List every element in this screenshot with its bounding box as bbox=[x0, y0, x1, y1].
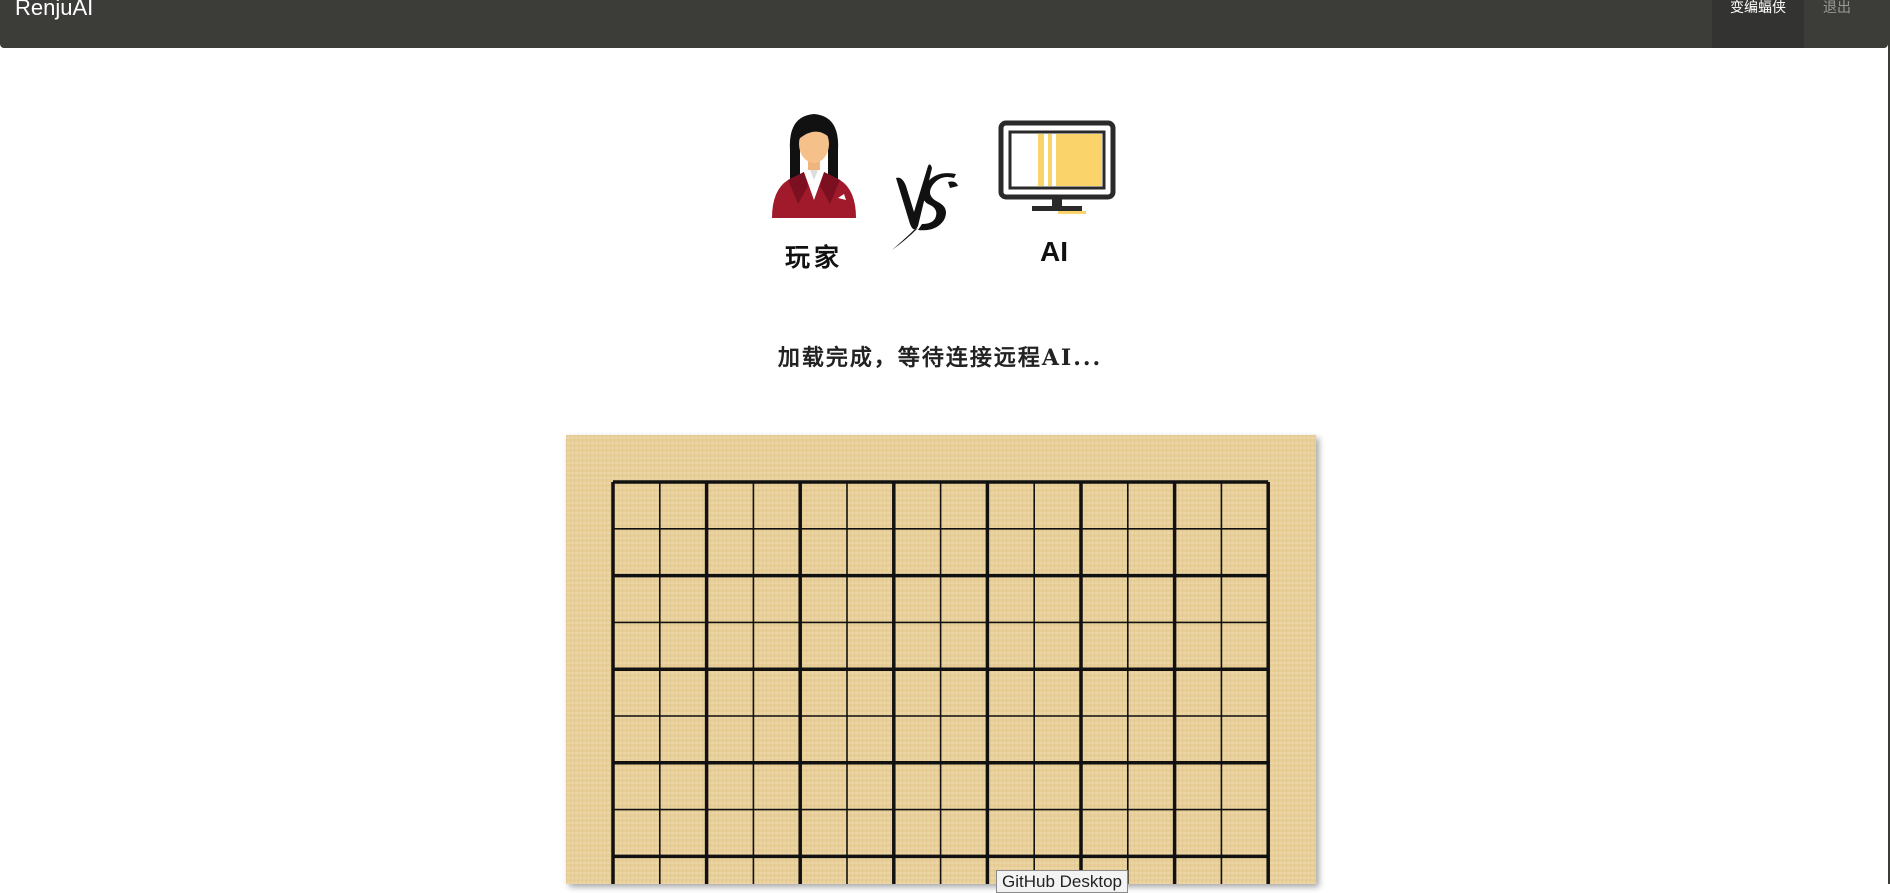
player-avatar-icon bbox=[772, 114, 856, 218]
status-message: 加载完成，等待连接远程AI... bbox=[777, 345, 1103, 371]
taskbar-tooltip: GitHub Desktop bbox=[996, 870, 1128, 893]
ai-label: AI bbox=[1040, 236, 1068, 267]
top-navbar: RenjuAI 变编蝠侠 退出 bbox=[0, 0, 1888, 48]
player-label: 玩家 bbox=[784, 243, 843, 272]
board-grid bbox=[611, 480, 1270, 884]
ai-monitor-icon bbox=[998, 120, 1116, 214]
user-menu-item[interactable]: 变编蝠侠 bbox=[1712, 0, 1804, 48]
logout-link[interactable]: 退出 bbox=[1804, 0, 1870, 48]
renju-board[interactable] bbox=[566, 435, 1316, 884]
vs-icon bbox=[892, 164, 958, 250]
brand-logo[interactable]: RenjuAI bbox=[15, 0, 93, 20]
